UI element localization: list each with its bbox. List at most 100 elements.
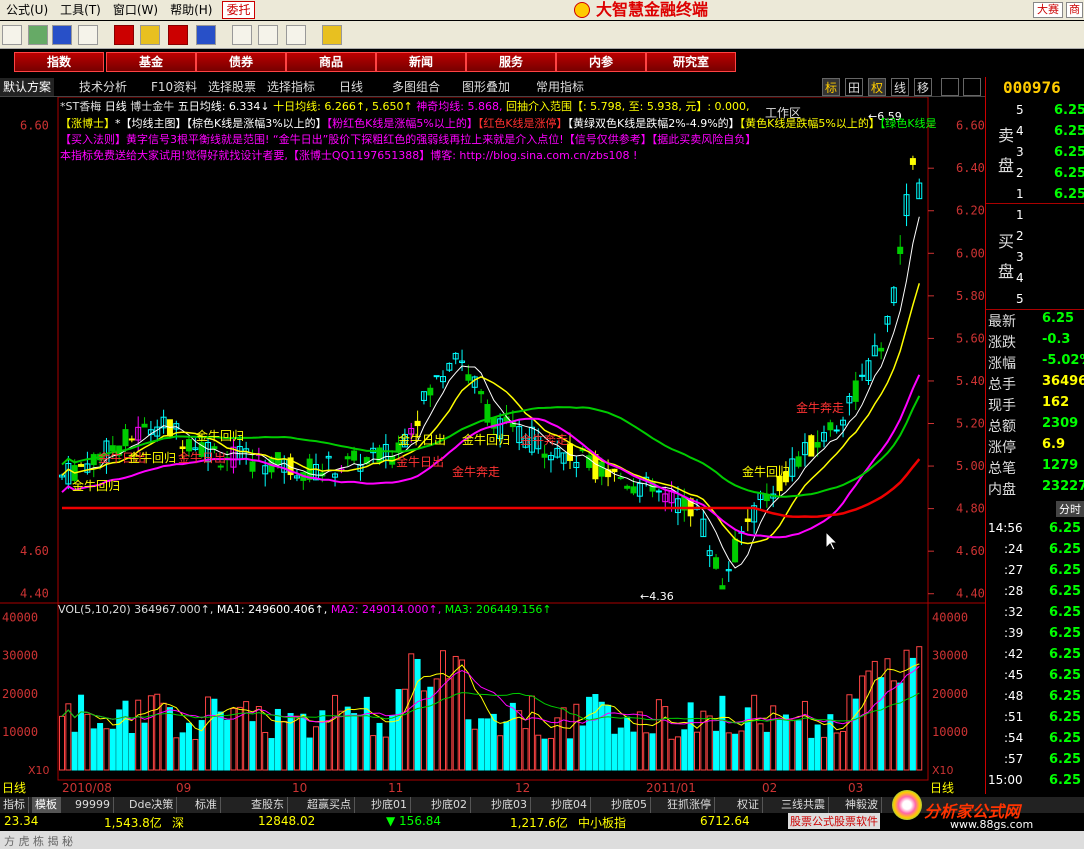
tab-multi-chart[interactable]: 多图组合 <box>389 78 443 96</box>
nav-commodity-button[interactable]: 商品 <box>286 52 376 72</box>
low-price-marker: ←4.36 <box>640 590 674 603</box>
volume-bar <box>351 713 358 771</box>
tab-mark[interactable]: 标 <box>822 78 840 96</box>
bottom-tab[interactable]: 查股东 <box>248 797 288 813</box>
volume-bar <box>738 730 745 771</box>
bottom-tab[interactable]: 99999 <box>72 797 114 813</box>
tab-line[interactable]: 线 <box>891 78 909 96</box>
layout-icon[interactable] <box>258 25 278 45</box>
legend-segment: 【粉红色K线是涨幅5%以上的】 <box>326 117 478 130</box>
menu-window[interactable]: 窗口(W) <box>107 0 164 20</box>
candle-body <box>624 485 631 489</box>
business-button[interactable]: 商 <box>1066 2 1083 18</box>
globe-icon[interactable] <box>196 25 216 45</box>
volume-bar <box>192 738 199 771</box>
tab-common-indicators[interactable]: 常用指标 <box>533 78 587 96</box>
refresh-icon[interactable] <box>28 25 48 45</box>
copy-icon[interactable] <box>232 25 252 45</box>
nav-insider-button[interactable]: 内参 <box>556 52 646 72</box>
menu-tools[interactable]: 工具(T) <box>54 0 107 20</box>
volume-tick-label-left: 40000 <box>2 611 38 625</box>
books-icon[interactable] <box>286 25 306 45</box>
kline-chart[interactable]: 6.60 6.40 6.20 6.00 5.80 5.60 5.40 5.20 5.00 4.80… <box>0 97 985 797</box>
bottom-tab[interactable]: 标准 <box>192 797 221 813</box>
tab-default-scheme[interactable]: 默认方案 <box>0 78 55 96</box>
volume-bar <box>363 696 370 771</box>
volume-bar <box>446 678 453 771</box>
bottom-tab[interactable]: 超赢买点 <box>304 797 355 813</box>
candle-body <box>630 486 637 494</box>
stat-label: 总手 <box>988 377 1016 393</box>
legend-segment: 【涨博士】 <box>60 117 115 130</box>
volume-bar <box>211 698 218 771</box>
bottom-tab[interactable]: 模板 <box>32 797 61 813</box>
volume-bar <box>732 733 739 771</box>
nav-index-button[interactable]: 指数 <box>14 52 104 72</box>
diamond-icon[interactable] <box>140 25 160 45</box>
volume-bar <box>662 706 669 771</box>
volume-tick-label-left: 10000 <box>2 725 38 739</box>
stock-code[interactable]: 000976 <box>1003 78 1061 97</box>
restore-window-icon[interactable] <box>941 78 959 96</box>
sell-price: 6.25 <box>1054 187 1084 202</box>
bottom-tab[interactable]: 抄底01 <box>368 797 411 813</box>
bottom-tab[interactable]: 指标 <box>0 797 29 813</box>
vol-ma2: MA2: 249014.000↑, <box>330 603 442 616</box>
candle-body <box>179 446 186 450</box>
candle-body <box>465 374 472 381</box>
volume-bar <box>128 732 135 771</box>
stat-label: 总额 <box>988 419 1016 435</box>
bottom-tab[interactable]: 神毅波 <box>842 797 882 813</box>
bottom-tab[interactable]: 抄底05 <box>608 797 651 813</box>
signal-label: 金牛回归 <box>742 464 790 479</box>
bottom-tab[interactable]: 抄底02 <box>428 797 471 813</box>
speaker-icon[interactable] <box>78 25 98 45</box>
buy-level: 5 <box>1016 292 1024 306</box>
buy-level: 4 <box>1016 271 1024 285</box>
buy-level: 2 <box>1016 229 1024 243</box>
ad-banner[interactable]: 股票公式股票软件 <box>788 813 880 829</box>
nav-service-button[interactable]: 服务 <box>466 52 556 72</box>
bottom-tab[interactable]: Dde决策 <box>126 797 178 813</box>
ma10-value: 十日均线: 6.266↑, 5.650↑ <box>273 100 413 113</box>
bottom-tab[interactable]: 权证 <box>734 797 763 813</box>
menu-help[interactable]: 帮助(H) <box>164 0 218 20</box>
volume-bar <box>509 702 516 771</box>
tab-f10[interactable]: F10资料 <box>148 78 200 96</box>
bottom-tab[interactable]: 抄底04 <box>548 797 591 813</box>
nav-bond-button[interactable]: 债券 <box>196 52 286 72</box>
stock-icon[interactable] <box>114 25 134 45</box>
tab-period[interactable]: 日线 <box>336 78 366 96</box>
maximize-window-icon[interactable] <box>963 78 981 96</box>
tab-select-stock[interactable]: 选择股票 <box>205 78 259 96</box>
status-sz-amount: 1,217.6亿 <box>510 816 568 830</box>
contest-button[interactable]: 大赛 <box>1033 2 1063 18</box>
tab-technical[interactable]: 技术分析 <box>76 78 130 96</box>
bottom-tab[interactable]: 三线共震 <box>778 797 829 813</box>
volume-bar <box>903 649 910 771</box>
tick-time: :28 <box>1004 584 1024 598</box>
bottom-tab[interactable]: 狂抓涨停 <box>664 797 715 813</box>
nav-fund-button[interactable]: 基金 <box>106 52 196 72</box>
tab-rights[interactable]: 权 <box>868 78 886 96</box>
legend-segment: 【黄色K线是跌幅5%以上的】 <box>739 117 880 130</box>
bottom-tab[interactable]: 抄底03 <box>488 797 531 813</box>
volume-bar <box>357 714 364 771</box>
volume-bar <box>751 694 758 771</box>
volume-bar <box>636 711 643 771</box>
entrust-button[interactable]: 委托 <box>222 1 255 19</box>
tab-select-indicator[interactable]: 选择指标 <box>264 78 318 96</box>
volume-bar <box>274 708 281 771</box>
help-icon[interactable] <box>322 25 342 45</box>
tab-move[interactable]: 移 <box>914 78 932 96</box>
binoculars-icon[interactable] <box>52 25 72 45</box>
nav-news-button[interactable]: 新闻 <box>376 52 466 72</box>
volume-bar <box>427 686 434 771</box>
alert-icon[interactable] <box>168 25 188 45</box>
volume-bar <box>541 738 548 771</box>
tab-overlay[interactable]: 图形叠加 <box>459 78 513 96</box>
back-icon[interactable] <box>2 25 22 45</box>
tab-grid[interactable]: 田 <box>845 78 863 96</box>
menu-formula[interactable]: 公式(U) <box>0 0 54 20</box>
nav-research-button[interactable]: 研究室 <box>646 52 736 72</box>
